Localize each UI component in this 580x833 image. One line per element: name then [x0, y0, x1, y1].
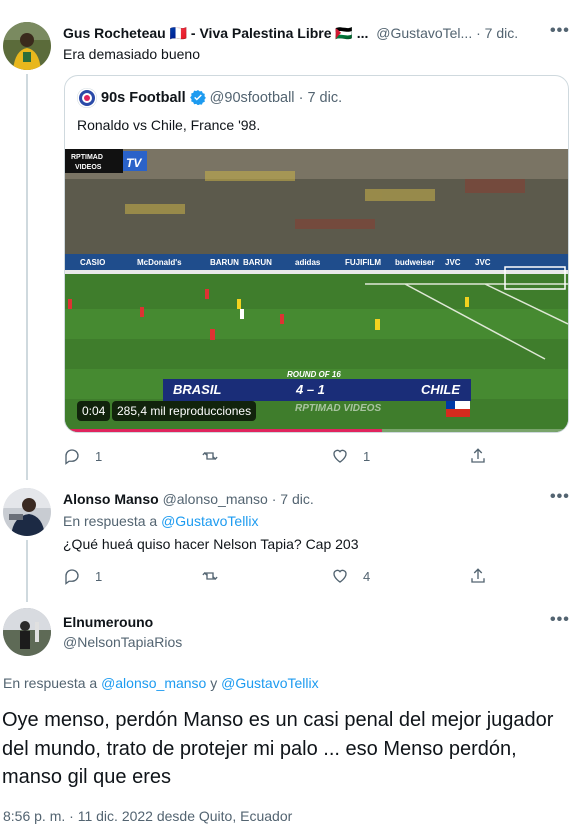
reply-prefix: En respuesta a [63, 513, 158, 529]
round-label: ROUND OF 16 [287, 370, 341, 379]
svg-text:JVC: JVC [475, 258, 491, 267]
separator: · [69, 808, 74, 824]
author-handle[interactable]: @GustavoTel... [376, 25, 472, 41]
heart-icon [333, 449, 347, 463]
logo-top: RPTIMAD [71, 154, 103, 161]
separator: · [271, 491, 277, 507]
svg-text:JVC: JVC [445, 258, 461, 267]
video-duration: 0:04 [77, 401, 111, 421]
more-options-icon[interactable]: ••• [550, 488, 570, 506]
quoted-tweet[interactable]: 90s Football @90sfootball · 7 dic. Ronal… [64, 75, 569, 433]
quote-author-name[interactable]: 90s Football [101, 90, 186, 106]
more-options-icon[interactable]: ••• [550, 611, 570, 629]
reply-prefix: En respuesta a [3, 675, 98, 691]
scoreboard: BRASIL 4 – 1 CHILE [163, 379, 471, 401]
reply-to-link-1[interactable]: @alonso_manso [101, 675, 206, 691]
svg-text:BARUN: BARUN [210, 258, 239, 267]
author-name[interactable]: Elnumerouno [63, 613, 153, 631]
svg-text:adidas: adidas [295, 258, 321, 267]
like-count: 1 [363, 448, 371, 464]
video-progress-fill [65, 429, 382, 432]
reply-count: 1 [95, 568, 103, 584]
svg-text:budweiser: budweiser [395, 258, 435, 267]
tweet-time[interactable]: 7 dic. [280, 491, 313, 507]
name-ellipsis: ... [356, 25, 369, 41]
tweet-time[interactable]: 8:56 p. m. [3, 808, 65, 824]
retweet-icon [202, 452, 218, 460]
svg-text:CASIO: CASIO [80, 258, 105, 267]
author-name-suffix[interactable]: - Viva Palestina Libre [191, 25, 332, 41]
reply-icon [65, 569, 79, 585]
reply-joiner: y [210, 675, 218, 691]
verified-badge-icon [189, 89, 206, 110]
like-button[interactable]: 1 [331, 446, 370, 466]
broadcaster-logo: RPTIMAD VIDEOS TV [65, 149, 147, 173]
tweet-text: Era demasiado bueno [63, 46, 200, 62]
tweet-date[interactable]: 11 dic. 2022 desde Quito, Ecuador [78, 808, 293, 824]
tweet-time[interactable]: 7 dic. [485, 25, 518, 41]
svg-text:FUJIFILM: FUJIFILM [345, 258, 381, 267]
retweet-icon [202, 572, 218, 580]
retweet-button[interactable] [201, 446, 219, 466]
author-name[interactable]: Gus Rocheteau [63, 25, 166, 41]
quote-text: Ronaldo vs Chile, France '98. [77, 117, 261, 133]
logo-tv: TV [126, 156, 142, 170]
avatar[interactable] [3, 488, 51, 536]
reply-button[interactable]: 1 [63, 446, 102, 466]
score: 4 – 1 [296, 382, 325, 397]
share-icon [471, 448, 485, 463]
author-name[interactable]: Alonso Manso [63, 491, 159, 507]
tweet-text: Oye menso, perdón Manso es un casi penal… [2, 709, 554, 788]
flag-palestine-icon: 🇵🇸 [335, 25, 353, 41]
reply-button[interactable]: 1 [63, 566, 102, 586]
avatar[interactable] [3, 22, 51, 70]
reply-count: 1 [95, 448, 103, 464]
heart-icon [333, 569, 347, 583]
svg-text:BARUN: BARUN [243, 258, 272, 267]
video-progress-bar[interactable] [65, 429, 568, 432]
share-icon [471, 568, 485, 583]
reply-to-link[interactable]: @GustavoTellix [161, 513, 258, 529]
quote-avatar[interactable] [77, 88, 97, 108]
tweet-actions: 1 4 [63, 566, 493, 586]
more-options-icon[interactable]: ••• [550, 22, 570, 40]
quote-time[interactable]: 7 dic. [307, 90, 342, 106]
video-player[interactable]: CASIO McDonald's BARUN BARUN adidas FUJI… [65, 149, 568, 432]
team-away: CHILE [421, 382, 460, 397]
svg-text:McDonald's: McDonald's [137, 258, 182, 267]
thread-line [26, 540, 28, 602]
video-views: 285,4 mil reproducciones [112, 401, 257, 421]
logo-bottom: VIDEOS [75, 164, 102, 171]
tweet-actions: 1 1 [63, 446, 493, 466]
like-button[interactable]: 4 [331, 566, 370, 586]
reply-icon [65, 449, 79, 465]
quote-author-handle[interactable]: @90sfootball [210, 90, 295, 106]
like-count: 4 [363, 568, 371, 584]
author-handle[interactable]: @alonso_manso [163, 491, 268, 507]
avatar[interactable] [3, 608, 51, 656]
tweet-text: ¿Qué hueá quiso hacer Nelson Tapia? Cap … [63, 536, 359, 552]
flag-france-icon: 🇫🇷 [169, 25, 188, 41]
video-watermark: RPTIMAD VIDEOS [295, 403, 382, 414]
team-home: BRASIL [173, 382, 222, 397]
reply-to-link-2[interactable]: @GustavoTellix [221, 675, 318, 691]
separator: · [476, 25, 481, 41]
author-handle[interactable]: @NelsonTapiaRios [63, 633, 182, 651]
thread-line [26, 74, 28, 480]
share-button[interactable] [469, 566, 487, 586]
retweet-button[interactable] [201, 566, 219, 586]
share-button[interactable] [469, 446, 487, 466]
